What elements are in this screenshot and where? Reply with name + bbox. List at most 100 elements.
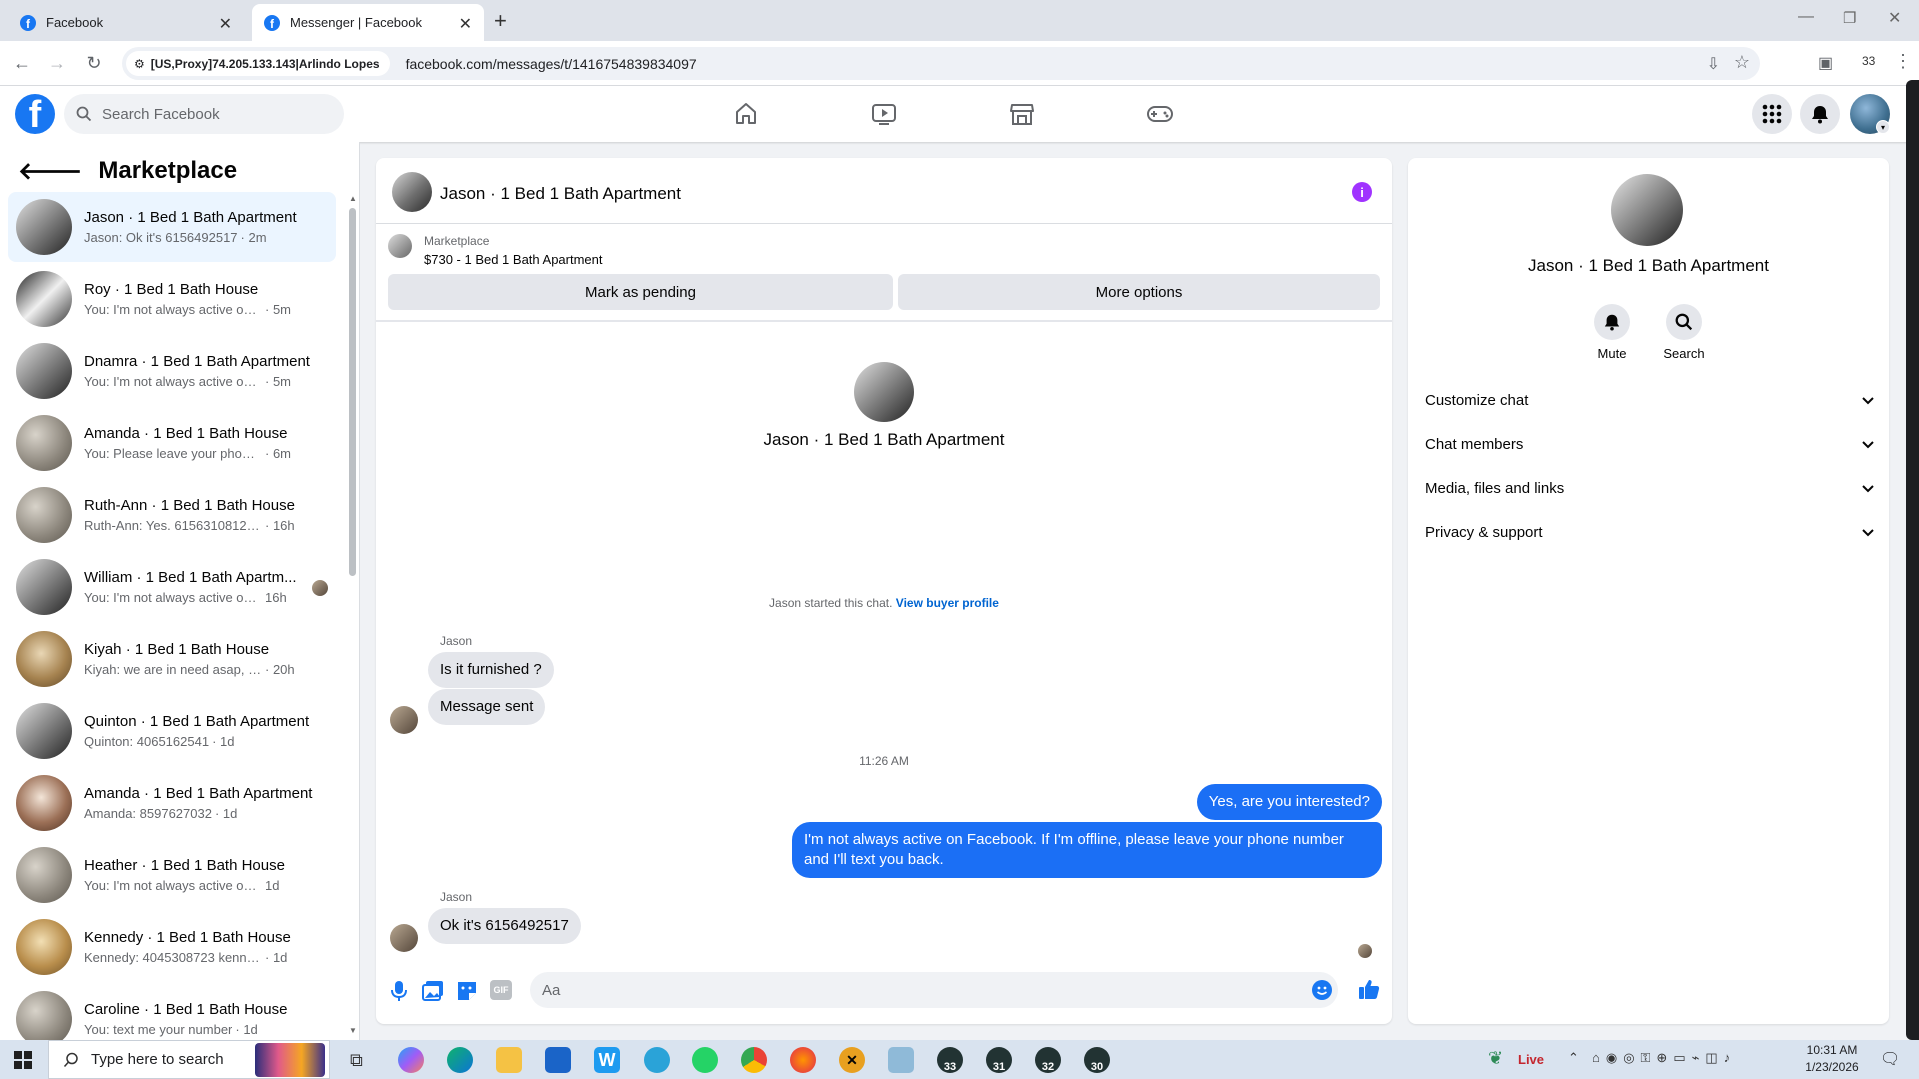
account-chevron-icon[interactable]: ▾ [1876,120,1890,134]
extension-counter[interactable]: 33 [1862,54,1875,68]
section-privacy-support[interactable]: Privacy & support [1425,514,1875,550]
section-customize-chat[interactable]: Customize chat [1425,382,1875,418]
scroll-up-icon[interactable]: ▲ [349,194,357,203]
close-tab-icon[interactable]: ✕ [219,14,232,34]
conversation-item[interactable]: Kiyah · 1 Bed 1 Bath House Kiyah: we are … [8,624,336,694]
install-app-icon[interactable]: ⇩ [1707,54,1720,74]
microphone-icon[interactable] [390,980,408,1002]
file-explorer-icon[interactable] [496,1047,522,1073]
section-media-files-links[interactable]: Media, files and links [1425,470,1875,506]
mark-pending-button[interactable]: Mark as pending [388,274,893,310]
weather-icon[interactable]: ❦ [1488,1048,1503,1069]
menu-grid-icon[interactable] [1752,94,1792,134]
sender-avatar[interactable] [390,706,418,734]
notifications-bell-icon[interactable] [1800,94,1840,134]
sender-avatar[interactable] [390,924,418,952]
conversation-item[interactable]: Quinton · 1 Bed 1 Bath Apartment Quinton:… [8,696,336,766]
conversation-item[interactable]: Jason · 1 Bed 1 Bath Apartment Jason: Ok … [8,192,336,262]
sticker-icon[interactable] [456,980,478,1002]
conversation-item[interactable]: Amanda · 1 Bed 1 Bath House You: Please l… [8,408,336,478]
chrome-profile-icon[interactable]: 33 [937,1047,963,1073]
x-app-icon[interactable]: ✕ [839,1047,865,1073]
reload-icon[interactable]: ↻ [82,51,106,75]
taskbar-search-box[interactable]: Type here to search [48,1040,330,1079]
section-chat-members[interactable]: Chat members [1425,426,1875,462]
profile-picture[interactable] [854,362,914,422]
restore-icon[interactable]: ❐ [1843,9,1856,27]
chrome-profile-icon[interactable]: 32 [1035,1047,1061,1073]
chat-title[interactable]: Jason · 1 Bed 1 Bath Apartment [440,184,681,204]
scroll-down-icon[interactable]: ▼ [349,1026,357,1035]
chrome-icon[interactable] [741,1047,767,1073]
new-tab-button[interactable]: + [494,8,507,34]
mute-bell-icon[interactable] [1594,304,1630,340]
back-arrow-icon[interactable]: 🡐 [18,156,82,186]
conversation-item[interactable]: Amanda · 1 Bed 1 Bath Apartment Amanda: 8… [8,768,336,838]
chat-avatar[interactable] [392,172,432,212]
menu-kebab-icon[interactable]: ⋮ [1894,51,1912,72]
forward-icon[interactable]: → [45,51,69,75]
windows-start-icon[interactable] [14,1051,32,1069]
conversation-item[interactable]: William · 1 Bed 1 Bath Apartm... You: I'm… [8,552,336,622]
whatsapp-icon[interactable] [692,1047,718,1073]
tray-icons[interactable]: ⌂◉◎⚿⊕▭⌁◫♪ [1592,1050,1736,1066]
back-icon[interactable]: ← [10,51,34,75]
live-label[interactable]: Live [1518,1052,1544,1067]
message-bubble[interactable]: I'm not always active on Facebook. If I'… [792,822,1382,878]
listing-title[interactable]: $730 - 1 Bed 1 Bath Apartment [424,252,603,267]
mute-label[interactable]: Mute [1586,346,1638,361]
photo-icon[interactable] [422,980,444,1002]
emoji-icon[interactable] [1312,980,1332,1000]
copilot-icon[interactable] [398,1047,424,1073]
nav-home-icon[interactable] [690,94,802,134]
facebook-logo-icon[interactable]: f [15,94,55,134]
notification-center-icon[interactable]: 🗨 [1880,1049,1900,1069]
message-bubble[interactable]: Is it furnished ? [428,652,554,688]
omnibox[interactable]: ⚙ [US,Proxy]74.205.133.143|Arlindo Lopes… [122,47,1760,80]
clock-date[interactable]: 1/23/2026 [1792,1060,1872,1074]
tab-search-icon[interactable]: ▣ [1818,53,1833,73]
message-composer-input[interactable]: Aa [530,972,1338,1008]
clock-time[interactable]: 10:31 AM [1792,1043,1872,1057]
tab-messenger[interactable]: f Messenger | Facebook ✕ [252,4,484,41]
nav-gaming-icon[interactable] [1104,94,1216,134]
conversation-item[interactable]: Caroline · 1 Bed 1 Bath House You: text m… [8,984,336,1040]
search-label[interactable]: Search [1654,346,1714,361]
chrome-profile-icon[interactable]: 30 [1084,1047,1110,1073]
site-info-chip[interactable]: ⚙ [US,Proxy]74.205.133.143|Arlindo Lopes [126,51,390,76]
conversation-item[interactable]: Kennedy · 1 Bed 1 Bath House Kennedy: 404… [8,912,336,982]
message-bubble[interactable]: Message sent [428,689,546,725]
firefox-icon[interactable] [790,1047,816,1073]
nav-marketplace-icon[interactable] [966,94,1078,134]
close-window-icon[interactable]: ✕ [1888,8,1901,28]
more-options-button[interactable]: More options [898,274,1380,310]
telegram-icon[interactable] [644,1047,670,1073]
listing-thumbnail[interactable] [388,234,412,258]
facebook-search-input[interactable]: Search Facebook [64,94,344,134]
message-bubble[interactable]: Yes, are you interested? [1196,784,1382,820]
tray-chevron-icon[interactable]: ⌃ [1568,1050,1579,1066]
conversation-item[interactable]: Dnamra · 1 Bed 1 Bath Apartment You: I'm … [8,336,336,406]
tab-facebook[interactable]: f Facebook ✕ [8,4,244,41]
task-view-icon[interactable]: ⧉ [350,1050,363,1071]
bookmark-star-icon[interactable]: ☆ [1734,52,1750,73]
conversation-item[interactable]: Heather · 1 Bed 1 Bath House You: I'm not… [8,840,336,910]
outlook-icon[interactable] [545,1047,571,1073]
app-icon[interactable] [888,1047,914,1073]
info-icon[interactable]: i [1352,182,1372,202]
message-bubble[interactable]: Ok it's 6156492517 [428,908,581,944]
gif-icon[interactable]: GIF [490,980,512,1000]
details-avatar[interactable] [1611,174,1683,246]
w-app-icon[interactable]: W [594,1047,620,1073]
conversation-item[interactable]: Roy · 1 Bed 1 Bath House You: I'm not alw… [8,264,336,334]
chrome-profile-icon[interactable]: 31 [986,1047,1012,1073]
view-buyer-profile-link[interactable]: View buyer profile [896,596,999,610]
conversation-item[interactable]: Ruth-Ann · 1 Bed 1 Bath House Ruth-Ann: Y… [8,480,336,550]
close-tab-icon[interactable]: ✕ [459,14,472,34]
nav-video-icon[interactable] [828,94,940,134]
thumbs-up-icon[interactable] [1358,978,1380,1000]
search-in-chat-icon[interactable] [1666,304,1702,340]
edge-browser-icon[interactable] [447,1047,473,1073]
scrollbar-thumb[interactable] [349,208,356,576]
minimize-icon[interactable]: — [1798,8,1814,26]
